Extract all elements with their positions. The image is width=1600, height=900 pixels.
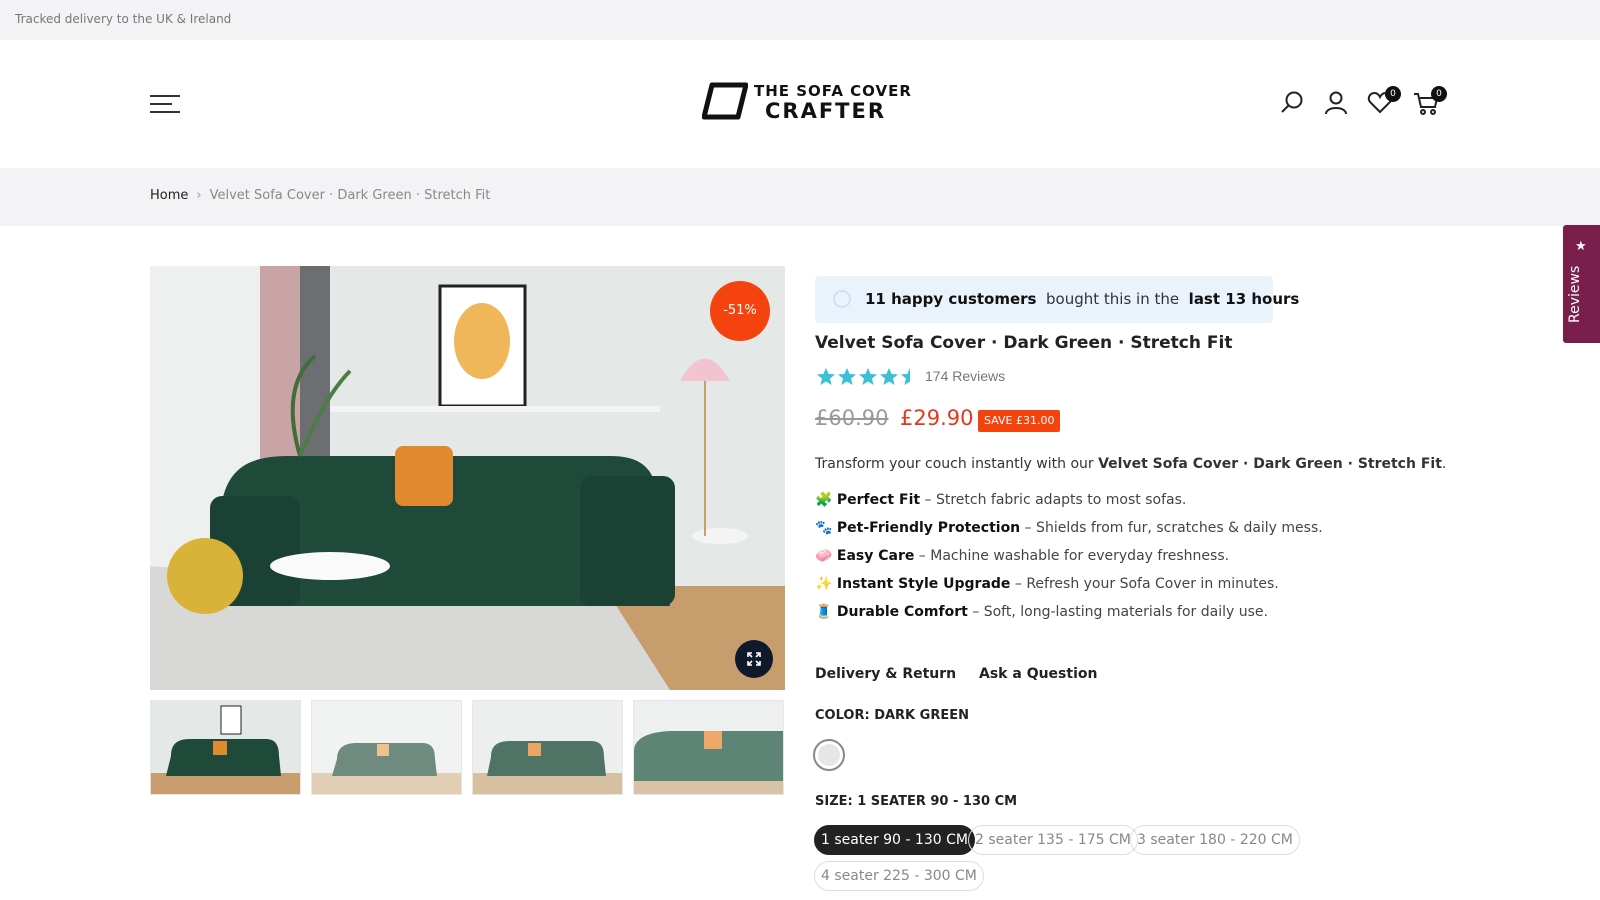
thumbnail-3[interactable] [472,700,623,795]
logo[interactable]: THE SOFA COVER CRAFTER [702,80,911,124]
size-option-1-seater[interactable]: 1 seater 90 - 130 CM [814,825,975,855]
feature-title: Easy Care [836,548,915,564]
logo-mark-icon [702,82,748,120]
wishlist-heart-icon[interactable]: 0 [1367,86,1401,116]
feature-title: Durable Comfort [836,604,968,620]
sparkles-icon: ✨ [815,576,833,592]
thumbnail-1[interactable] [150,700,301,795]
delivery-return-link[interactable]: Delivery & Return [815,666,956,682]
social-proof-middle: bought this in the [1046,290,1180,308]
reviews-side-tab-label: Reviews [1567,265,1583,323]
desc-suffix: . [1441,456,1447,472]
feature-title: Instant Style Upgrade [836,576,1011,592]
social-proof-banner: 11 happy customers bought this in the la… [815,276,1299,323]
reviews-count-link[interactable]: 174 Reviews [925,368,1005,384]
feature-item: 🧵 Durable Comfort – Soft, long-lasting m… [815,604,1268,620]
save-badge: SAVE £31.00 [978,410,1061,432]
puzzle-icon: 🧩 [815,492,833,508]
desc-strong: Velvet Sofa Cover · Dark Green · Stretch… [1098,456,1442,472]
feature-text: – Shields from fur, scratches & daily me… [1020,520,1323,536]
logo-line2: CRAFTER [765,99,887,123]
desc-prefix: Transform your couch instantly with our [815,456,1099,472]
paw-icon: 🐾 [815,520,833,536]
chevron-right-icon: › [196,188,202,203]
feature-text: – Refresh your Sofa Cover in minutes. [1010,576,1279,592]
social-proof-period: last 13 hours [1188,290,1300,308]
breadcrumb-bar: Home › Velvet Sofa Cover · Dark Green · St… [0,168,1600,226]
discount-badge: -51% [710,281,770,341]
feature-text: – Soft, long-lasting materials for daily… [967,604,1268,620]
size-label: SIZE: 1 SEATER 90 - 130 CM [815,794,1018,809]
feature-title: Pet-Friendly Protection [836,520,1021,536]
menu-icon[interactable] [150,95,180,113]
cart-count-badge: 0 [1431,86,1447,102]
ask-question-link[interactable]: Ask a Question [979,666,1097,682]
announcement-text: Tracked delivery to the UK & Ireland [15,12,232,26]
account-icon[interactable] [1323,90,1349,116]
feature-item: 🧼 Easy Care – Machine washable for every… [815,548,1229,564]
cart-icon[interactable]: 0 [1413,86,1447,116]
feature-item: 🐾 Pet-Friendly Protection – Shields from… [815,520,1323,536]
info-tabs: Delivery & Return Ask a Question [815,666,1115,682]
product-main-image[interactable] [150,266,785,690]
wishlist-count-badge: 0 [1385,86,1401,102]
soap-icon: 🧼 [815,548,833,564]
zoom-expand-icon[interactable] [735,640,773,678]
breadcrumb: Home › Velvet Sofa Cover · Dark Green · St… [150,188,490,203]
star-icon: ★ [1575,239,1587,254]
product-title: Velvet Sofa Cover · Dark Green · Stretch… [815,333,1233,353]
feature-title: Perfect Fit [836,492,921,508]
reviews-side-tab[interactable]: ★ Reviews [1563,225,1600,343]
size-option-2-seater[interactable]: 2 seater 135 - 175 CM [968,825,1138,855]
breadcrumb-home-link[interactable]: Home [150,188,188,203]
feature-item: 🧩 Perfect Fit – Stretch fabric adapts to… [815,492,1186,508]
feature-text: – Machine washable for everyday freshnes… [914,548,1230,564]
price-original: £60.90 [815,406,889,430]
breadcrumb-current: Velvet Sofa Cover · Dark Green · Stretch… [209,188,491,203]
announcement-bar: Tracked delivery to the UK & Ireland [0,0,1600,40]
pulse-dot-icon [833,290,851,308]
size-option-4-seater[interactable]: 4 seater 225 - 300 CM [814,861,984,891]
site-header: THE SOFA COVER CRAFTER 0 0 [0,40,1600,168]
feature-item: ✨ Instant Style Upgrade – Refresh your S… [815,576,1279,592]
color-swatch-dark-green[interactable] [813,739,845,771]
price-sale: £29.90 [900,406,974,430]
product-description: Transform your couch instantly with our … [815,456,1446,472]
logo-line1: THE SOFA COVER [754,82,912,100]
thumbnail-2[interactable] [311,700,462,795]
size-option-3-seater[interactable]: 3 seater 180 - 220 CM [1130,825,1300,855]
star-rating-icon[interactable] [815,366,925,388]
thumbnail-4[interactable] [633,700,784,795]
social-proof-count: 11 happy customers [865,290,1037,308]
feature-text: – Stretch fabric adapts to most sofas. [920,492,1187,508]
search-icon[interactable] [1279,90,1305,116]
thread-icon: 🧵 [815,604,833,620]
color-label: COLOR: DARK GREEN [815,708,969,723]
